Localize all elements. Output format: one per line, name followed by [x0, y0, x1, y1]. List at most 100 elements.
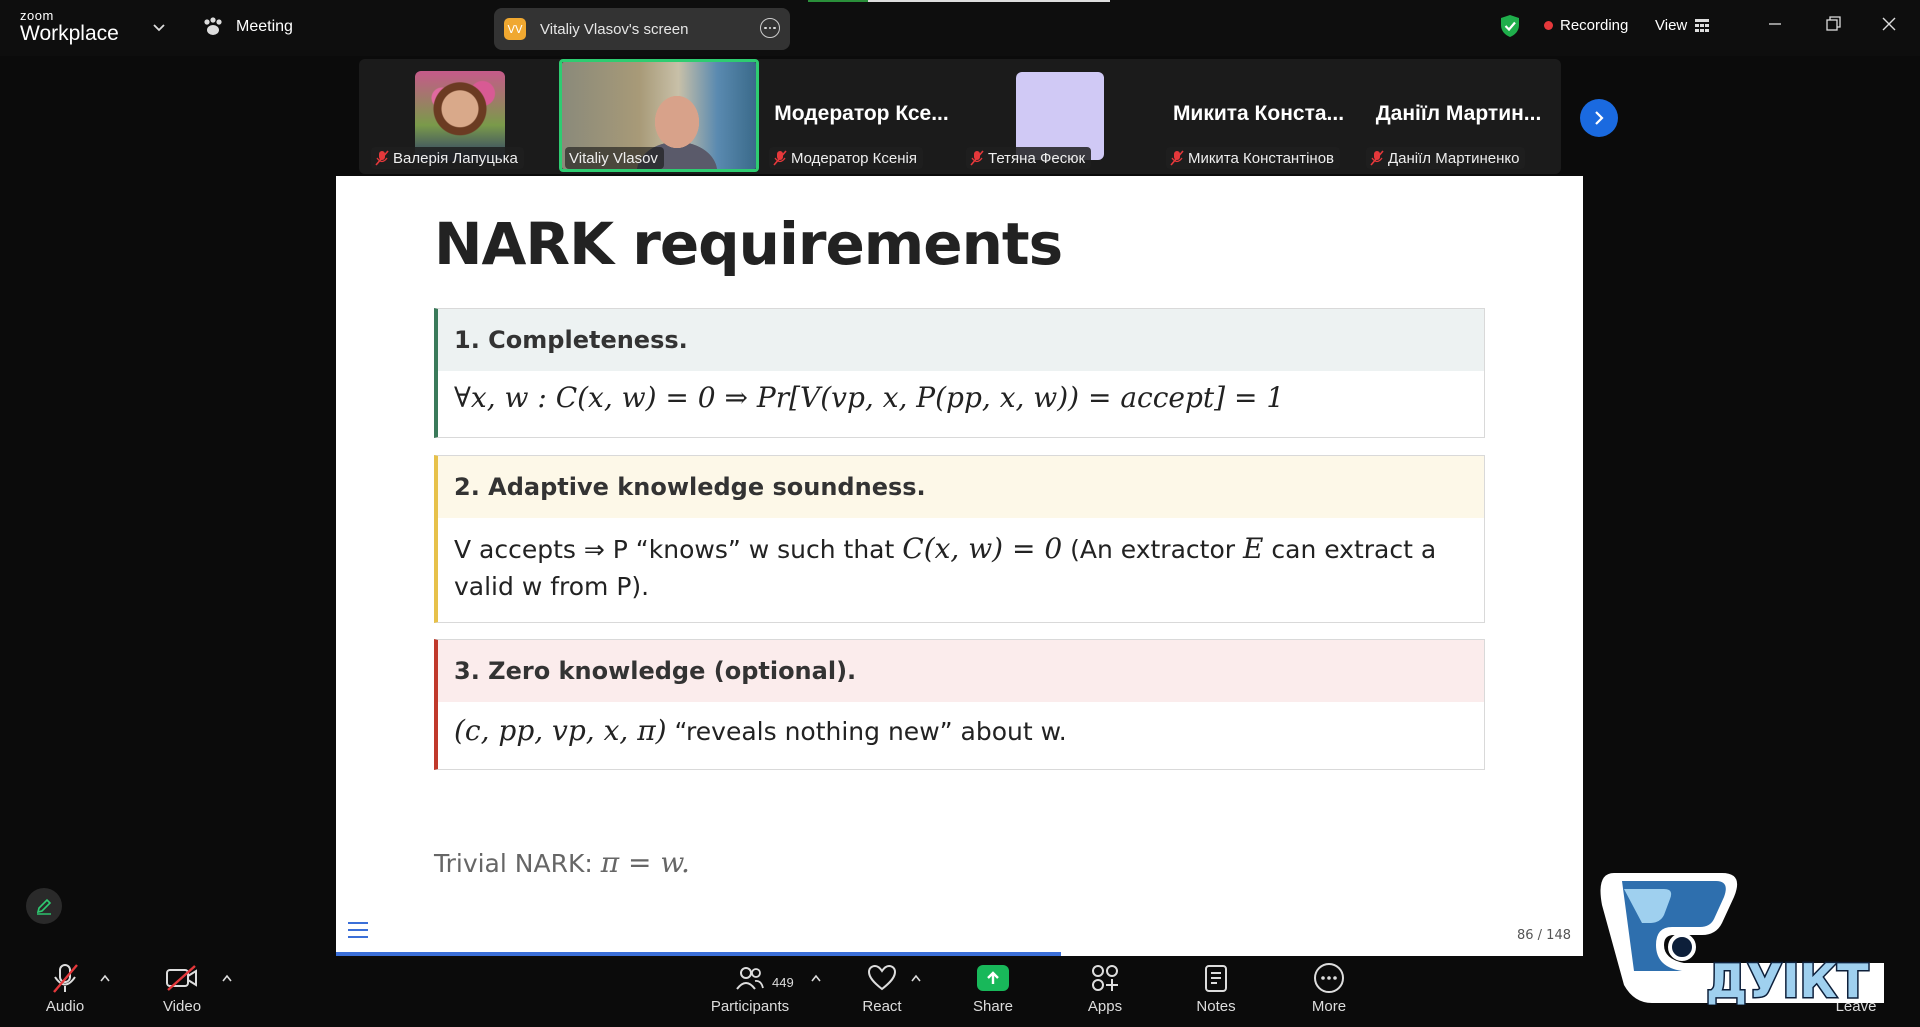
logo-big-text: Workplace	[20, 22, 119, 45]
more-button[interactable]: More	[1308, 958, 1350, 1015]
audio-label: Audio	[45, 998, 85, 1015]
restore-icon[interactable]	[1823, 14, 1843, 34]
trivial-text: Trivial NARK:	[434, 849, 601, 878]
notes-icon	[1205, 965, 1227, 992]
block-heading: 1. Completeness.	[438, 309, 1484, 371]
participant-name-tag: Валерія Лапуцька	[371, 147, 524, 169]
view-label: View	[1655, 17, 1688, 34]
security-shield-icon[interactable]	[1499, 14, 1521, 38]
video-label: Video	[162, 998, 202, 1015]
block-heading: 2. Adaptive knowledge soundness.	[438, 456, 1484, 518]
annotate-button[interactable]	[26, 888, 62, 924]
share-indicator-line	[808, 0, 868, 2]
react-caret-icon[interactable]	[911, 974, 921, 982]
participant-tile[interactable]: Валерія Лапуцька	[365, 60, 555, 172]
chevron-down-icon[interactable]	[152, 20, 166, 34]
slide-menu-icon[interactable]	[348, 922, 368, 943]
share-label: Share	[973, 998, 1014, 1015]
block-body: (c, pp, vp, x, π) “reveals nothing new” …	[438, 702, 1484, 747]
notes-button[interactable]: Notes	[1194, 958, 1238, 1015]
participant-tile-active-speaker[interactable]: Vitaliy Vlasov	[559, 59, 759, 172]
zero-knowledge-block: 3. Zero knowledge (optional). (c, pp, vp…	[434, 639, 1485, 770]
share-screen-icon	[977, 965, 1009, 991]
participant-count: 449	[772, 975, 794, 990]
participant-name: Микита Константінов	[1188, 149, 1335, 167]
react-button[interactable]: React	[860, 958, 904, 1015]
participant-tile[interactable]: Модератор Ксе... Модератор Ксенія	[763, 60, 960, 172]
participant-name: Валерія Лапуцька	[393, 149, 518, 167]
block-heading: 3. Zero knowledge (optional).	[438, 640, 1484, 702]
participant-name-tag: Тетяна Фесюк	[966, 147, 1092, 169]
meeting-label: Meeting	[236, 18, 293, 35]
title-bar: zoom Workplace Meeting VV Vitaliy Vlasov…	[0, 0, 1920, 56]
zoom-workplace-logo: zoom Workplace	[20, 9, 119, 44]
share-indicator-line-2	[868, 0, 1110, 2]
apps-icon	[1092, 965, 1118, 991]
shared-screen-slide: NARK requirements 1. Completeness. ∀x, w…	[336, 176, 1583, 956]
next-page-button[interactable]	[1580, 99, 1618, 137]
recording-dot-icon	[1544, 21, 1553, 30]
video-options-caret-icon[interactable]	[222, 974, 232, 982]
watermark-text: ДУІКТ	[1706, 954, 1869, 1005]
participant-tile[interactable]: Микита Конста... Микита Константінов	[1160, 60, 1357, 172]
block-body: V accepts ⇒ P “knows” w such that C(x, w…	[438, 518, 1484, 605]
logo-small-text: zoom	[20, 8, 54, 23]
shared-screen-pill[interactable]: VV Vitaliy Vlasov's screen	[494, 8, 790, 50]
react-label: React	[862, 998, 902, 1015]
heart-reaction-icon	[867, 964, 897, 991]
apps-button[interactable]: Apps	[1086, 958, 1124, 1015]
participant-tile[interactable]: Даніїл Мартин... Даніїл Мартиненко	[1360, 60, 1557, 172]
microphone-muted-icon	[53, 964, 78, 993]
video-button[interactable]: Video	[158, 958, 206, 1015]
video-camera-off-icon	[166, 965, 197, 991]
participant-name-tag: Модератор Ксенія	[769, 147, 923, 169]
mic-muted-icon	[1170, 150, 1184, 166]
participant-name-tag: Даніїл Мартиненко	[1366, 147, 1526, 169]
mic-muted-icon	[1370, 150, 1384, 166]
participants-label: Participants	[710, 998, 790, 1015]
participant-name-tag: Vitaliy Vlasov	[565, 147, 664, 169]
duikt-watermark-logo: ДУІКТ	[1600, 873, 1884, 1005]
pencil-icon	[36, 898, 52, 915]
recording-indicator[interactable]: Recording	[1544, 17, 1628, 34]
trivial-nark-note: Trivial NARK: π = w.	[434, 846, 690, 879]
participant-tile[interactable]: Тетяна Фесюк	[960, 60, 1157, 172]
slide-title: NARK requirements	[434, 210, 1063, 278]
mic-muted-icon	[375, 150, 389, 166]
block-formula: ∀x, w : C(x, w) = 0 ⇒ Pr[V(vp, x, P(pp, …	[454, 381, 1285, 414]
block-formula: C(x, w) = 0	[902, 532, 1063, 565]
mic-muted-icon	[773, 150, 787, 166]
shared-screen-label: Vitaliy Vlasov's screen	[540, 20, 689, 38]
participant-name: Тетяна Фесюк	[988, 149, 1086, 167]
participant-big-name: Модератор Ксе...	[774, 102, 949, 125]
share-button[interactable]: Share	[973, 958, 1013, 1015]
meeting-menu[interactable]: Meeting	[202, 17, 293, 37]
recording-label: Recording	[1560, 17, 1629, 34]
participants-icon	[736, 967, 764, 990]
presenter-avatar: VV	[504, 18, 526, 40]
knowledge-soundness-block: 2. Adaptive knowledge soundness. V accep…	[434, 455, 1485, 623]
view-menu[interactable]: View	[1655, 17, 1710, 34]
block-formula: E	[1242, 532, 1264, 565]
more-icon	[1314, 963, 1344, 993]
participant-big-name: Даніїл Мартин...	[1375, 102, 1542, 125]
block-text: V accepts ⇒ P “knows” w such that	[454, 535, 903, 564]
notes-label: Notes	[1196, 998, 1236, 1015]
trivial-formula: π = w.	[600, 846, 690, 879]
block-text: (An extractor	[1062, 535, 1243, 564]
audio-options-caret-icon[interactable]	[100, 974, 110, 982]
more-label: More	[1311, 998, 1347, 1015]
grid-view-icon	[1695, 19, 1710, 32]
paw-icon	[204, 17, 222, 35]
participants-caret-icon[interactable]	[811, 974, 821, 982]
apps-label: Apps	[1087, 998, 1123, 1015]
participant-name-tag: Микита Константінов	[1166, 147, 1341, 169]
close-icon[interactable]	[1879, 14, 1899, 34]
participant-name: Vitaliy Vlasov	[569, 149, 658, 167]
more-options-icon[interactable]	[760, 18, 780, 38]
audio-button[interactable]: Audio	[40, 958, 90, 1015]
participant-name: Модератор Ксенія	[791, 149, 917, 167]
block-formula: (c, pp, vp, x, π)	[454, 714, 667, 747]
minimize-icon[interactable]	[1765, 14, 1785, 34]
completeness-block: 1. Completeness. ∀x, w : C(x, w) = 0 ⇒ P…	[434, 308, 1485, 438]
